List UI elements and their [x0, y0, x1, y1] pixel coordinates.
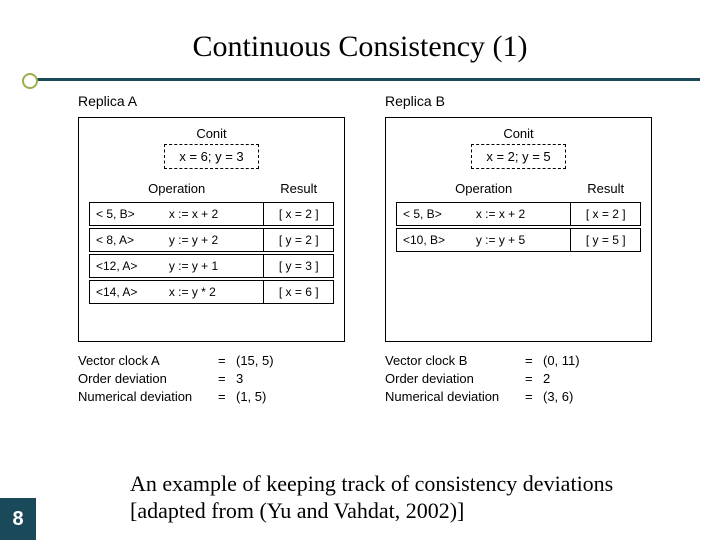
table-row: <14, A> x := y * 2 [ x = 6 ]: [90, 281, 334, 304]
slide-title: Continuous Consistency (1): [0, 30, 720, 64]
res-header-a: Result: [264, 181, 334, 203]
op-table-a: Operation Result < 5, B> x := x + 2 [ x …: [89, 181, 334, 304]
res-header-b: Result: [571, 181, 641, 203]
slide-caption: An example of keeping track of consisten…: [130, 471, 680, 524]
bullet-icon: [22, 73, 38, 89]
replica-b-panel: Conit x = 2; y = 5 Operation Result < 5,…: [385, 117, 652, 342]
page-number: 8: [0, 498, 36, 540]
conit-label-b: Conit: [503, 126, 533, 141]
stats-b: Vector clock B=(0, 11) Order deviation=2…: [385, 352, 652, 407]
replica-a: Replica A Conit x = 6; y = 3 Operation R…: [78, 93, 345, 465]
conit-value-b: x = 2; y = 5: [471, 144, 565, 169]
table-row: < 5, B> x := x + 2 [ x = 2 ]: [397, 203, 641, 226]
table-row: <12, A> y := y + 1 [ y = 3 ]: [90, 255, 334, 278]
table-row: < 8, A> y := y + 2 [ y = 2 ]: [90, 229, 334, 252]
conit-label-a: Conit: [196, 126, 226, 141]
table-row: < 5, B> x := x + 2 [ x = 2 ]: [90, 203, 334, 226]
replica-b: Replica B Conit x = 2; y = 5 Operation R…: [385, 93, 652, 465]
figure-content: Replica A Conit x = 6; y = 3 Operation R…: [70, 88, 660, 470]
stats-a: Vector clock A=(15, 5) Order deviation=3…: [78, 352, 345, 407]
op-header-a: Operation: [90, 181, 264, 203]
op-table-b: Operation Result < 5, B> x := x + 2 [ x …: [396, 181, 641, 252]
conit-value-a: x = 6; y = 3: [164, 144, 258, 169]
op-header-b: Operation: [397, 181, 571, 203]
table-row: <10, B> y := y + 5 [ y = 5 ]: [397, 229, 641, 252]
replica-a-panel: Conit x = 6; y = 3 Operation Result < 5,…: [78, 117, 345, 342]
title-underline: [35, 78, 700, 81]
title-area: Continuous Consistency (1): [0, 0, 720, 85]
replica-b-label: Replica B: [385, 93, 652, 109]
replica-a-label: Replica A: [78, 93, 345, 109]
